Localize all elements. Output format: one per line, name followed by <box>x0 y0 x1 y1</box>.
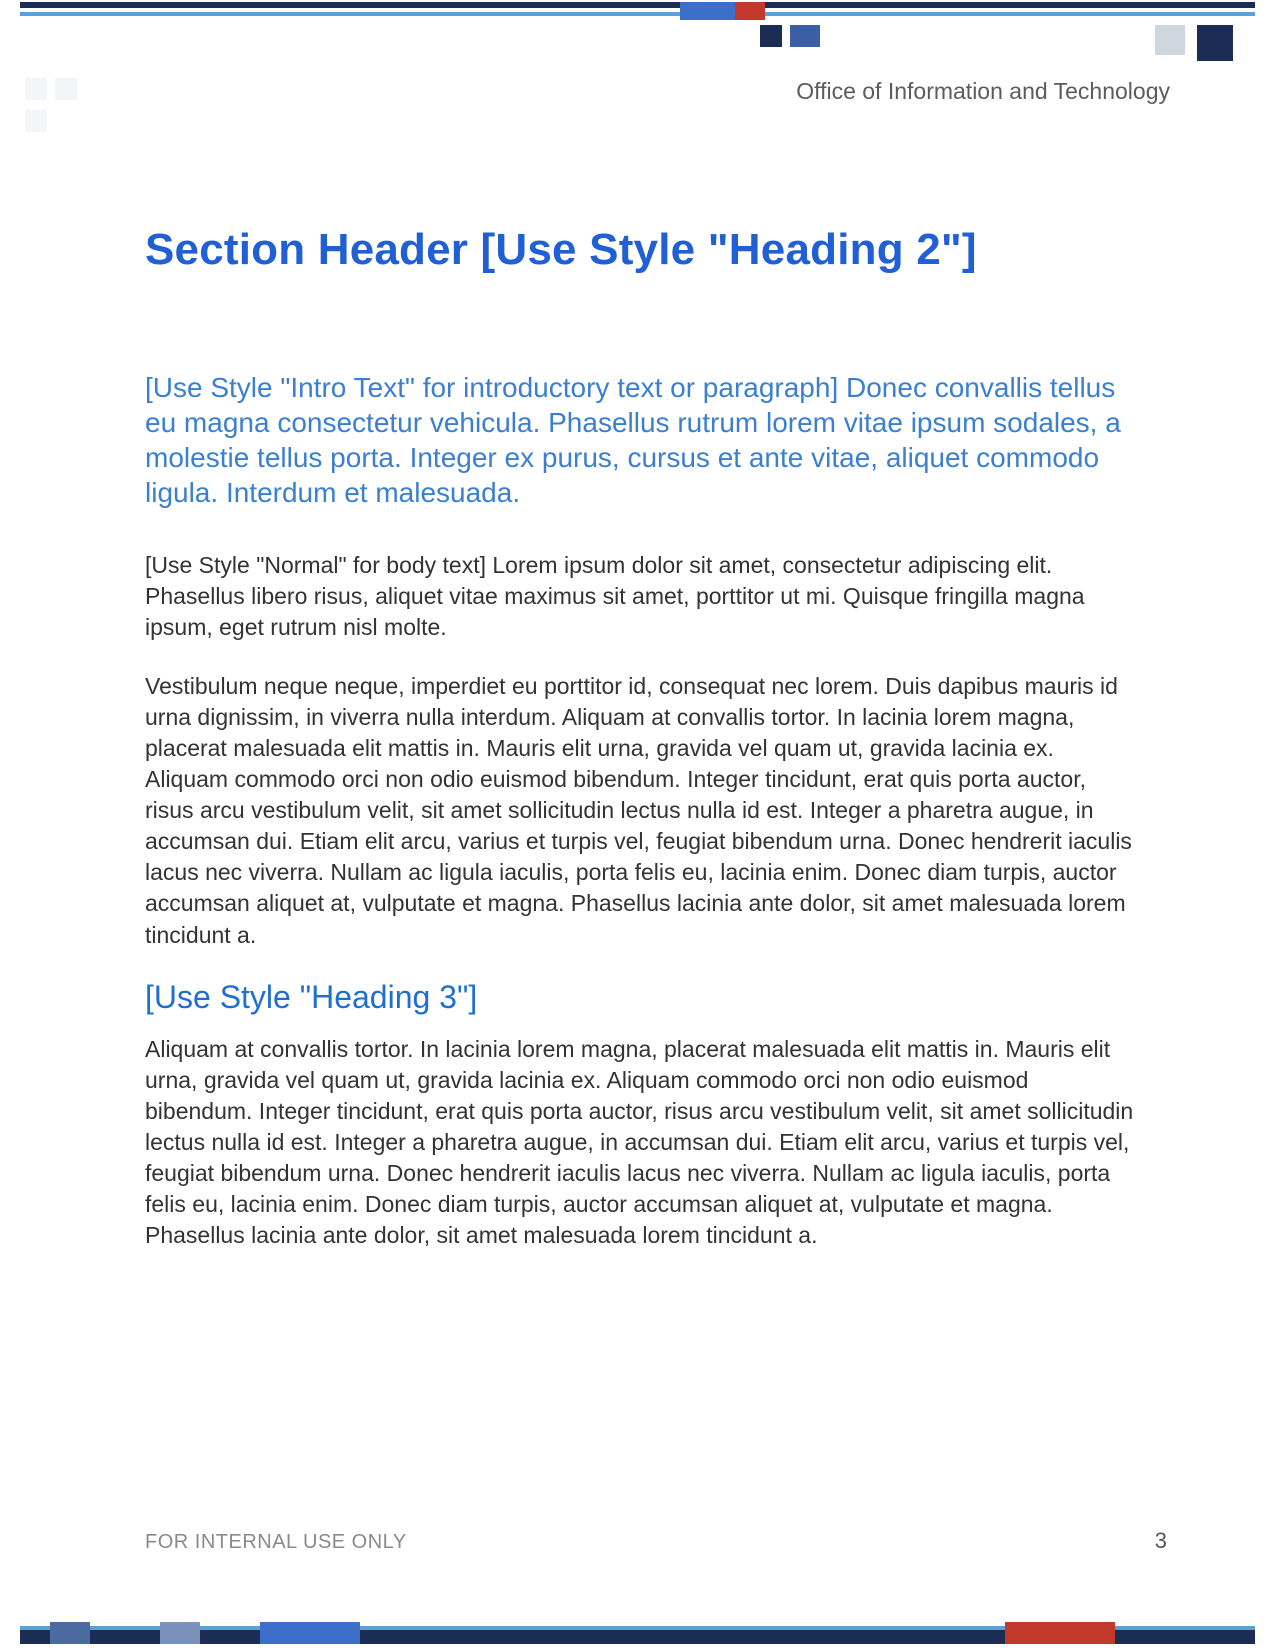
header-bar-thick <box>20 2 1255 8</box>
header-accent-block <box>1197 25 1233 61</box>
page-number: 3 <box>1155 1528 1167 1554</box>
header-accent-block <box>760 25 782 47</box>
header-accent-block <box>790 25 820 47</box>
body-paragraph: Vestibulum neque neque, imperdiet eu por… <box>145 671 1135 950</box>
org-name: Office of Information and Technology <box>796 78 1170 105</box>
header-accent-block <box>1155 25 1185 55</box>
header-accent-block <box>680 2 735 20</box>
footer-accent-block <box>260 1622 360 1644</box>
decorative-square <box>25 78 47 100</box>
footer-accent-block <box>1005 1622 1115 1644</box>
section-heading-3: [Use Style "Heading 3"] <box>145 979 1135 1016</box>
body-paragraph: Aliquam at convallis tortor. In lacinia … <box>145 1034 1135 1251</box>
footer-classification: FOR INTERNAL USE ONLY <box>145 1531 407 1554</box>
decorative-square <box>25 110 47 132</box>
intro-paragraph: [Use Style "Intro Text" for introductory… <box>145 370 1135 510</box>
header-bar-thin <box>20 12 1255 16</box>
body-paragraph: [Use Style "Normal" for body text] Lorem… <box>145 550 1135 643</box>
section-heading-2: Section Header [Use Style "Heading 2"] <box>145 225 1135 275</box>
document-body: Section Header [Use Style "Heading 2"] [… <box>145 225 1135 1279</box>
decorative-square <box>55 78 77 100</box>
footer-accent-block <box>50 1622 90 1644</box>
footer-accent-block <box>160 1622 200 1644</box>
header-accent-block <box>735 2 765 20</box>
